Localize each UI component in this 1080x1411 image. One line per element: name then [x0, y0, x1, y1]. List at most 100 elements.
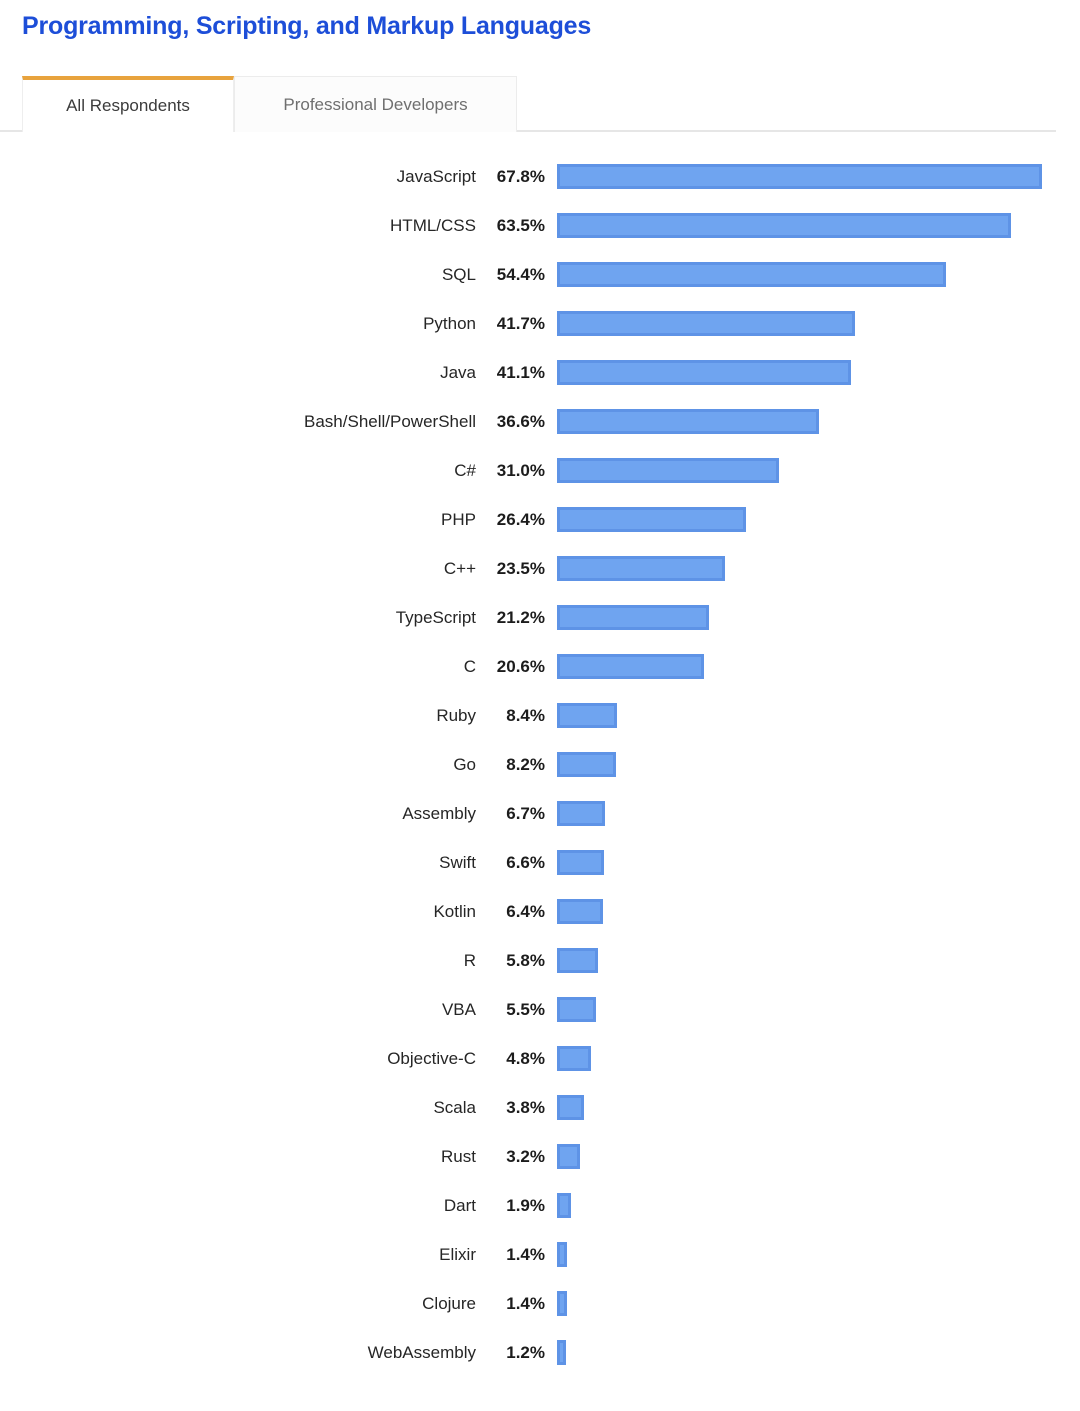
bar-row: R 5.8% [0, 936, 1080, 985]
bar-row: Ruby 8.4% [0, 691, 1080, 740]
bar-category-label: HTML/CSS [390, 216, 476, 235]
bar-row: C++ 23.5% [0, 544, 1080, 593]
bar[interactable] [557, 1095, 585, 1120]
bar[interactable] [557, 213, 1012, 238]
bar-value-label: 63.5% [496, 216, 545, 235]
bar-value-label: 54.4% [496, 265, 545, 284]
bar-row: C 20.6% [0, 642, 1080, 691]
bar-track [557, 507, 1057, 532]
bar[interactable] [557, 556, 726, 581]
bar-row: WebAssembly 1.2% [0, 1328, 1080, 1377]
bar-category-label: VBA [441, 1000, 476, 1019]
bar-row: HTML/CSS 63.5% [0, 201, 1080, 250]
bar-category-label: WebAssembly [367, 1343, 476, 1362]
bar-row: Scala 3.8% [0, 1083, 1080, 1132]
bar-track [557, 752, 1057, 777]
bar-row: TypeScript 21.2% [0, 593, 1080, 642]
bar-value-label: 3.8% [506, 1098, 545, 1117]
bar-row: Bash/Shell/PowerShell 36.6% [0, 397, 1080, 446]
bar-track [557, 654, 1057, 679]
bar-track [557, 556, 1057, 581]
tab-professional-developers[interactable]: Professional Developers [234, 76, 517, 132]
bar-row: Objective-C 4.8% [0, 1034, 1080, 1083]
bar-track [557, 948, 1057, 973]
bar[interactable] [557, 899, 603, 924]
bar-row: C# 31.0% [0, 446, 1080, 495]
bar[interactable] [557, 850, 605, 875]
bar-track [557, 1144, 1057, 1169]
bar[interactable] [557, 507, 746, 532]
tab-professional-developers-label: Professional Developers [283, 94, 468, 114]
bar[interactable] [557, 752, 616, 777]
bar-category-label: PHP [441, 510, 476, 529]
bar-category-label: Bash/Shell/PowerShell [304, 412, 476, 431]
bar[interactable] [557, 1340, 566, 1365]
bar-row: Assembly 6.7% [0, 789, 1080, 838]
tab-all-respondents[interactable]: All Respondents [22, 76, 234, 132]
bar-track [557, 899, 1057, 924]
bar-category-label: JavaScript [396, 167, 476, 186]
bar-track [557, 458, 1057, 483]
bar-value-label: 31.0% [496, 461, 545, 480]
bar[interactable] [557, 311, 856, 336]
bar-category-label: TypeScript [395, 608, 476, 627]
bar[interactable] [557, 1144, 580, 1169]
bar[interactable] [557, 409, 819, 434]
bar[interactable] [557, 262, 946, 287]
bar[interactable] [557, 458, 779, 483]
bar[interactable] [557, 360, 851, 385]
bar-value-label: 3.2% [506, 1147, 545, 1166]
bar-category-label: Java [440, 363, 476, 382]
bar-category-label: SQL [441, 265, 476, 284]
bar-track [557, 801, 1057, 826]
bar[interactable] [557, 1193, 571, 1218]
bar-value-label: 41.7% [496, 314, 545, 333]
bar-value-label: 67.8% [496, 167, 545, 186]
bar-category-label: Kotlin [433, 902, 476, 921]
bar-track [557, 1193, 1057, 1218]
bar-row: Kotlin 6.4% [0, 887, 1080, 936]
bar-category-label: Go [453, 755, 476, 774]
bar-value-label: 21.2% [496, 608, 545, 627]
bar-row: Python 41.7% [0, 299, 1080, 348]
bar-value-label: 6.7% [506, 804, 545, 823]
bar-value-label: 6.4% [506, 902, 545, 921]
bar-category-label: Scala [433, 1098, 476, 1117]
bar-value-label: 5.8% [506, 951, 545, 970]
page-title: Programming, Scripting, and Markup Langu… [22, 12, 592, 40]
bar-track [557, 262, 1057, 287]
bar-row: Rust 3.2% [0, 1132, 1080, 1181]
bar-track [557, 1242, 1057, 1267]
bar-row: Go 8.2% [0, 740, 1080, 789]
bar[interactable] [557, 997, 597, 1022]
bar-row: Java 41.1% [0, 348, 1080, 397]
bar-row: Dart 1.9% [0, 1181, 1080, 1230]
bar-value-label: 23.5% [496, 559, 545, 578]
bar[interactable] [557, 164, 1042, 189]
bar-category-label: Dart [443, 1196, 476, 1215]
bar[interactable] [557, 1291, 567, 1316]
bar-row: Elixir 1.4% [0, 1230, 1080, 1279]
bar-value-label: 20.6% [496, 657, 545, 676]
bar[interactable] [557, 605, 709, 630]
bar-track [557, 164, 1057, 189]
bar-track [557, 213, 1057, 238]
bar[interactable] [557, 1242, 567, 1267]
bar-category-label: C++ [443, 559, 476, 578]
bar[interactable] [557, 703, 618, 728]
bar-track [557, 1095, 1057, 1120]
bar-value-label: 41.1% [496, 363, 545, 382]
bar[interactable] [557, 801, 605, 826]
bar-track [557, 311, 1057, 336]
bar-value-label: 4.8% [506, 1049, 545, 1068]
bar-value-label: 36.6% [496, 412, 545, 431]
bar-value-label: 8.2% [506, 755, 545, 774]
tab-all-respondents-label: All Respondents [66, 96, 190, 115]
bar-row: VBA 5.5% [0, 985, 1080, 1034]
bar-row: Swift 6.6% [0, 838, 1080, 887]
bar-category-label: Python [423, 314, 476, 333]
bar-category-label: Objective-C [387, 1049, 476, 1068]
bar[interactable] [557, 1046, 592, 1071]
bar[interactable] [557, 654, 705, 679]
bar[interactable] [557, 948, 599, 973]
